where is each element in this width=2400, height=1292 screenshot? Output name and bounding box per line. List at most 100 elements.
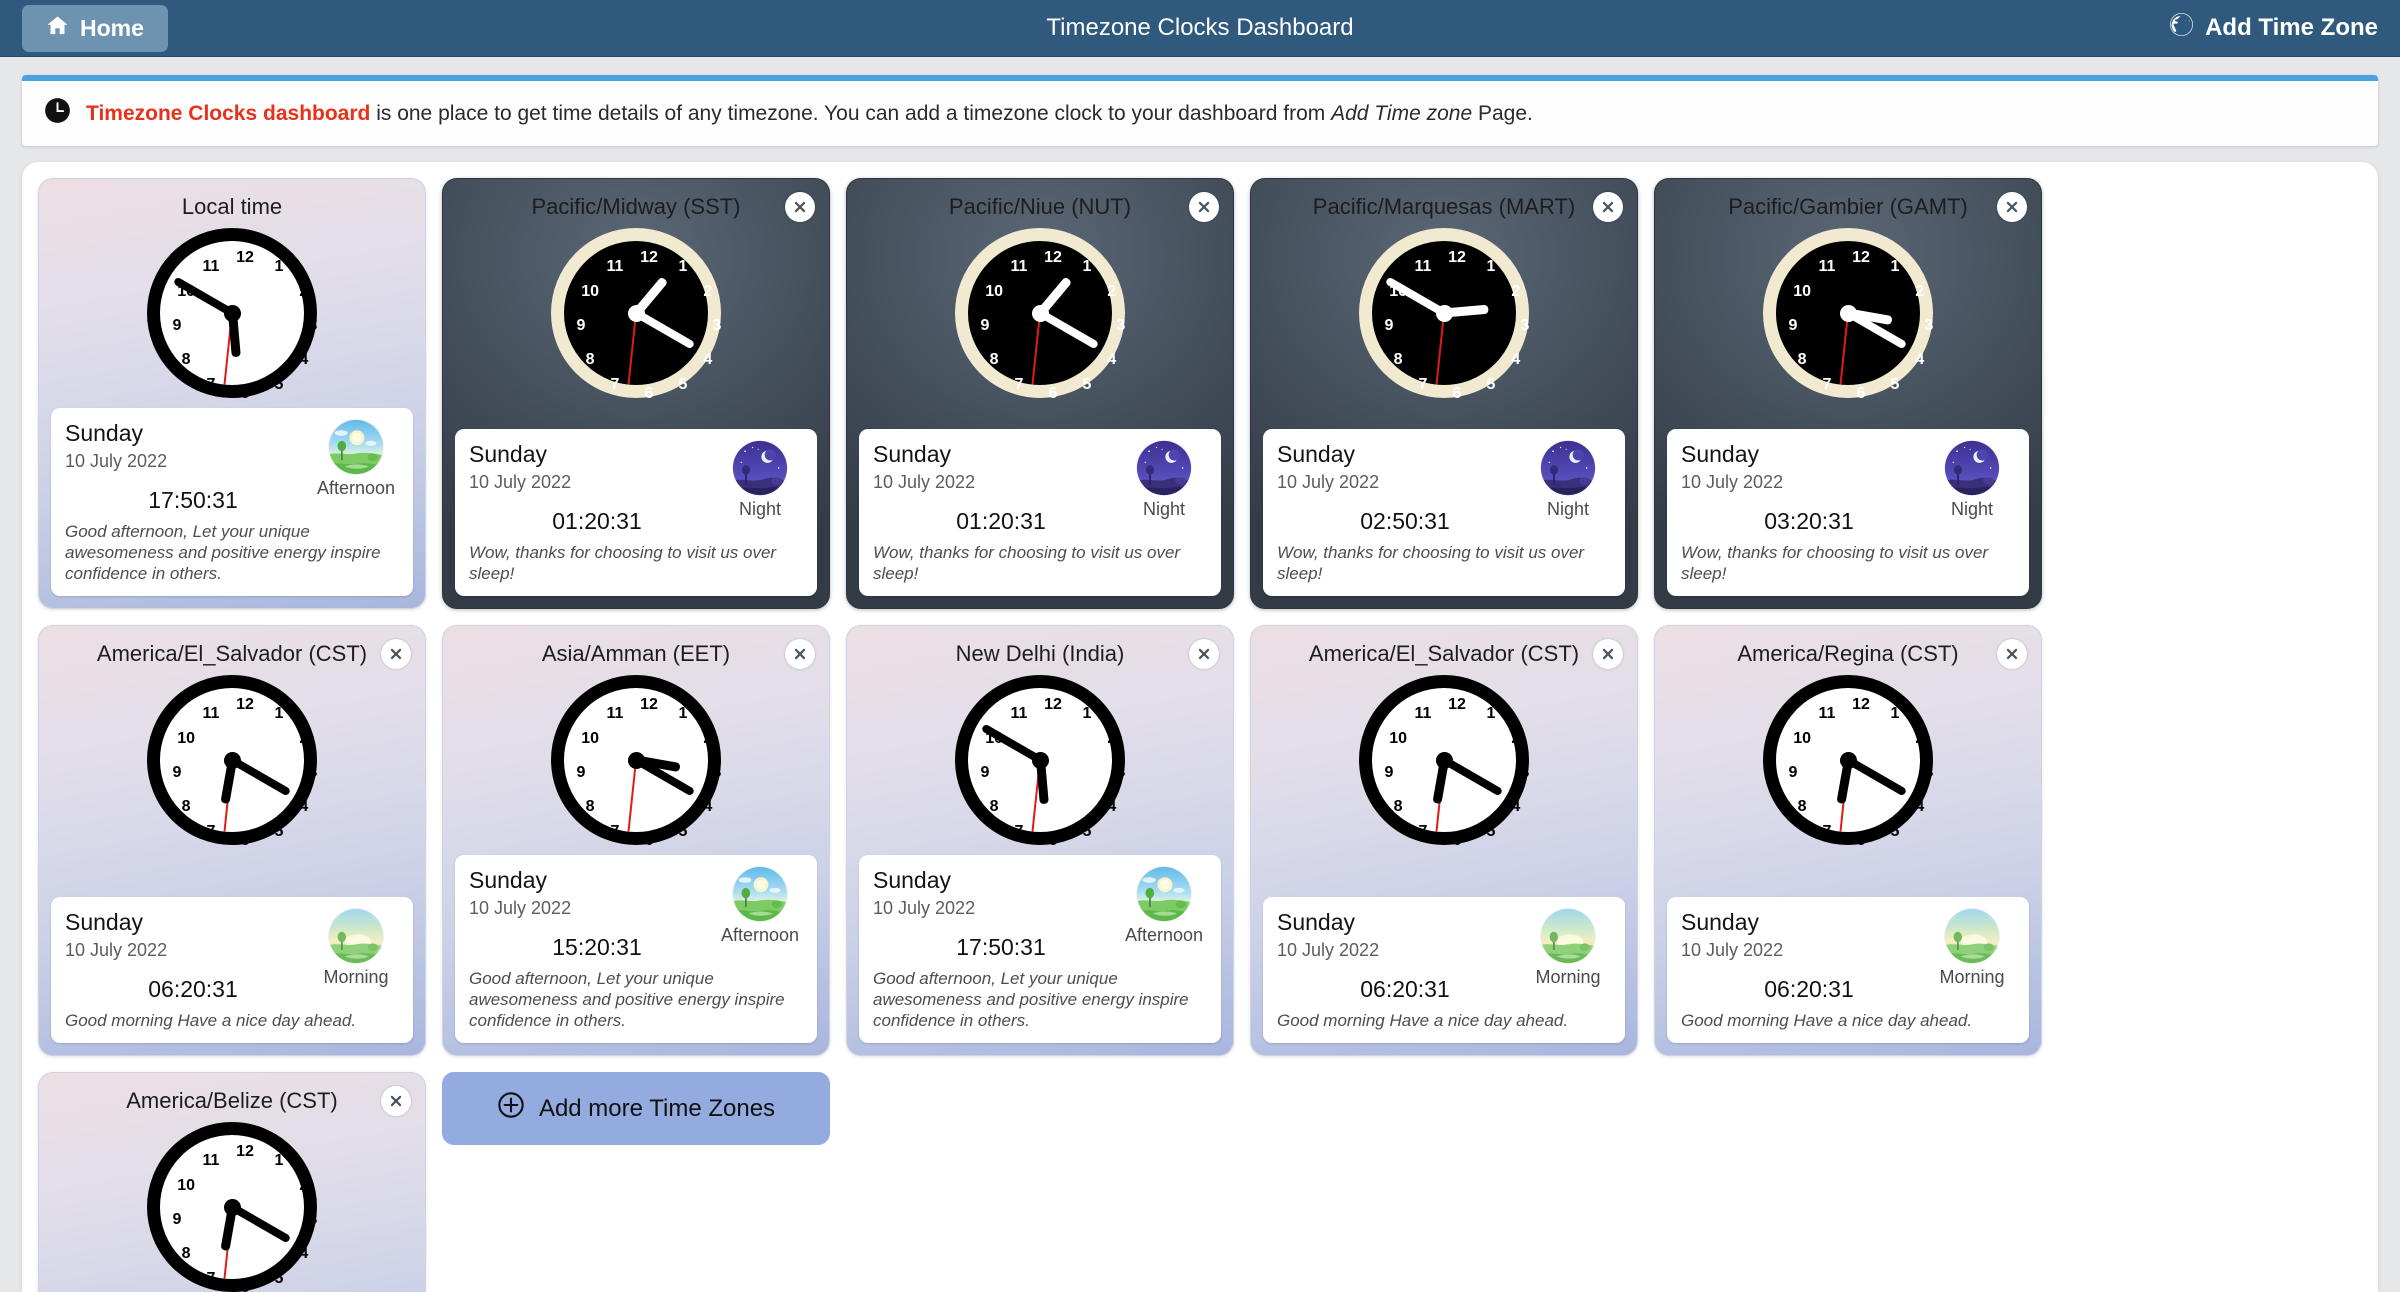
clock-numeral: 10 (1793, 730, 1812, 747)
clock-numeral: 3 (1520, 317, 1530, 334)
analog-clock: 121234567891011 (551, 228, 721, 402)
clock-numeral: 3 (1116, 764, 1126, 781)
clock-numeral: 1 (274, 258, 284, 276)
greeting-quote: Good afternoon, Let your unique awesomen… (873, 969, 1189, 1030)
part-of-day-label: Night (1950, 499, 1994, 519)
clock-numeral: 9 (576, 764, 586, 781)
clock-numeral: 7 (206, 375, 216, 393)
clock-numeral: 7 (1014, 822, 1024, 840)
clock-area: 12 12 3 45 6 78 9 10 11 (51, 671, 413, 855)
date-block: Sunday 10 July 2022 (1681, 440, 1783, 494)
clock-numeral: 1 (1082, 705, 1092, 723)
home-button[interactable]: Home (22, 4, 168, 52)
date-block: Sunday 10 July 2022 (1681, 908, 1783, 962)
clock-numeral: 2 (703, 283, 713, 300)
clock-numeral: 4 (1107, 351, 1117, 368)
clock-area: 12 12 3 45 6 78 9 10 11 (51, 1118, 413, 1292)
close-icon[interactable] (785, 192, 815, 222)
clock-numeral: 10 (581, 283, 600, 300)
date-label: 10 July 2022 (873, 898, 976, 918)
clock-numeral: 6 (1452, 385, 1462, 402)
clock-center-pivot (1839, 304, 1857, 322)
clock-numeral: 12 (236, 249, 254, 266)
home-button-label: Home (80, 14, 144, 41)
close-icon[interactable] (1189, 639, 1219, 669)
weekday-label: Sunday (1681, 909, 1760, 935)
clock-numeral: 2 (299, 283, 309, 300)
night-scene-icon (1136, 440, 1192, 496)
close-icon[interactable] (1997, 639, 2027, 669)
clock-numeral: 4 (299, 1245, 309, 1262)
close-icon[interactable] (1997, 192, 2027, 222)
morning-scene-icon (328, 908, 384, 964)
clock-numeral: 11 (606, 258, 624, 276)
card-title: America/El_Salvador (CST) (1308, 641, 1580, 666)
card-header: Pacific/Niue (NUT) (859, 189, 1221, 224)
close-icon[interactable] (1189, 192, 1219, 222)
close-icon[interactable] (785, 639, 815, 669)
add-time-zone-button[interactable]: Add Time Zone (2169, 12, 2378, 44)
clock-numeral: 7 (1822, 375, 1832, 393)
close-icon[interactable] (1593, 639, 1623, 669)
clock-numeral: 3 (1924, 317, 1934, 334)
clock-numeral: 5 (678, 822, 688, 840)
clock-numeral: 5 (1082, 375, 1092, 393)
clock-numeral: 4 (1511, 351, 1521, 368)
clock-numeral: 5 (274, 822, 284, 840)
clock-numeral: 5 (1890, 822, 1900, 840)
clock-numeral: 8 (1393, 351, 1403, 368)
clock-numeral: 2 (703, 730, 713, 747)
date-label: 10 July 2022 (469, 472, 572, 492)
clock-numeral: 5 (1890, 375, 1900, 393)
greeting-quote: Good afternoon, Let your unique awesomen… (469, 969, 785, 1030)
clock-numeral: 3 (308, 317, 318, 334)
card-title: New Delhi (India) (955, 641, 1125, 666)
clock-numeral: 6 (1048, 832, 1058, 849)
card-header: America/El_Salvador (CST) (1263, 636, 1625, 671)
clock-center-pivot (223, 1198, 241, 1216)
clock-numeral: 2 (1511, 730, 1521, 747)
clock-numeral: 5 (274, 1269, 284, 1287)
weekday-label: Sunday (1277, 441, 1356, 467)
clock-area: 12 12 3 45 6 78 9 10 11 (1667, 224, 2029, 408)
add-more-time-zones-button[interactable]: Add more Time Zones (442, 1072, 830, 1145)
clock-center-pivot (223, 304, 241, 322)
clock-numeral: 2 (299, 730, 309, 747)
date-label: 10 July 2022 (1277, 940, 1380, 960)
clock-numeral: 5 (274, 375, 284, 393)
close-icon[interactable] (381, 639, 411, 669)
close-icon[interactable] (381, 1086, 411, 1116)
greeting-quote: Good morning Have a nice day ahead. (1681, 1011, 1973, 1030)
clock-numeral: 9 (1384, 317, 1394, 334)
close-icon[interactable] (1593, 192, 1623, 222)
night-scene-icon (732, 440, 788, 496)
clock-numeral: 1 (274, 705, 284, 723)
clock-numeral: 6 (1048, 385, 1058, 402)
date-label: 10 July 2022 (1277, 472, 1380, 492)
clock-numeral: 8 (1393, 798, 1403, 815)
clock-numeral: 9 (172, 317, 182, 334)
clock-numeral: 7 (1014, 375, 1024, 393)
date-block: Sunday 10 July 2022 (65, 419, 167, 473)
clock-numeral: 4 (299, 798, 309, 815)
greeting-quote: Good afternoon, Let your unique awesomen… (65, 522, 381, 583)
time-info-box: Sunday 10 July 2022 (859, 855, 1221, 1043)
analog-clock: 121234567891011 (147, 228, 318, 402)
analog-clock: 121234567891011 (955, 675, 1126, 849)
globe-icon (2169, 12, 2194, 44)
clock-numeral: 9 (980, 317, 990, 334)
clock-numeral: 4 (299, 351, 309, 368)
clock-numeral: 12 (1044, 696, 1062, 713)
clock-numeral: 2 (1107, 283, 1117, 300)
date-label: 10 July 2022 (1681, 472, 1784, 492)
second-hand (1839, 312, 1849, 385)
weekday-label: Sunday (1277, 909, 1356, 935)
clock-numeral: 1 (274, 1152, 284, 1170)
clock-numeral: 5 (1082, 822, 1092, 840)
part-of-day-label: Night (1546, 499, 1590, 519)
clock-numeral: 11 (606, 705, 624, 723)
part-of-day-label: Morning (1535, 967, 1601, 987)
clock-numeral: 7 (206, 822, 216, 840)
date-block: Sunday 10 July 2022 (873, 440, 975, 494)
clock-numeral: 12 (640, 249, 658, 266)
